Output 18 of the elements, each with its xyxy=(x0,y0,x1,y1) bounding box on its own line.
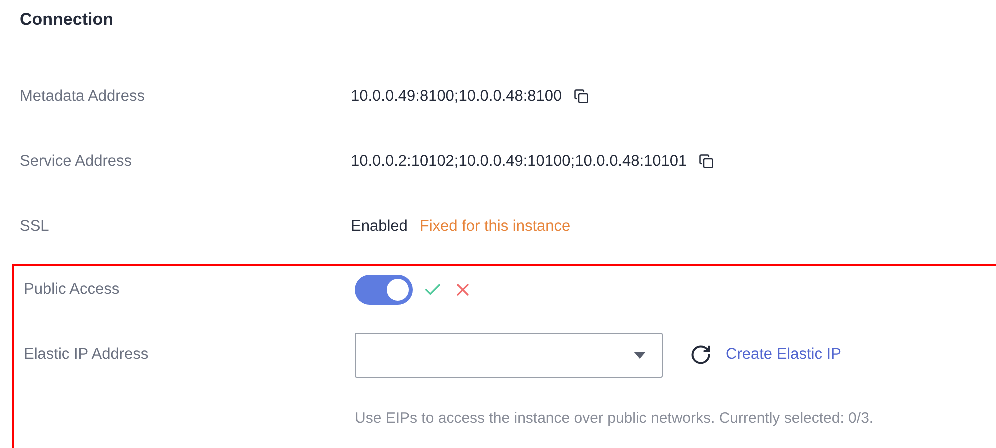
field-label: Elastic IP Address xyxy=(24,346,149,364)
field-label: Metadata Address xyxy=(20,88,145,106)
toggle-switch[interactable] xyxy=(355,275,413,305)
field-value: Enabled xyxy=(351,218,408,236)
ip-select[interactable] xyxy=(355,332,663,378)
refresh-icon[interactable] xyxy=(690,344,712,366)
field-label: SSL xyxy=(20,218,50,236)
field-label: Service Address xyxy=(20,152,132,170)
copy-icon[interactable] xyxy=(699,154,714,169)
field-value: 10.0.0.2:10102;10.0.0.49:10100;10.0.0.48:10101 xyxy=(351,152,688,170)
field-value: 10.0.0.49:8100;10.0.0.48:8100 xyxy=(351,88,562,106)
hint-text: Use EIPs to access the instance over public networks. Currently selected: 0/3. xyxy=(354,410,875,427)
section-title: Connection xyxy=(20,9,114,31)
status-note: Fixed for this instance xyxy=(420,218,571,236)
create-link[interactable]: Create Elastic IP xyxy=(726,346,842,364)
copy-icon[interactable] xyxy=(574,89,590,104)
caret-icon xyxy=(634,352,646,358)
field-label: Public Access xyxy=(24,281,120,299)
